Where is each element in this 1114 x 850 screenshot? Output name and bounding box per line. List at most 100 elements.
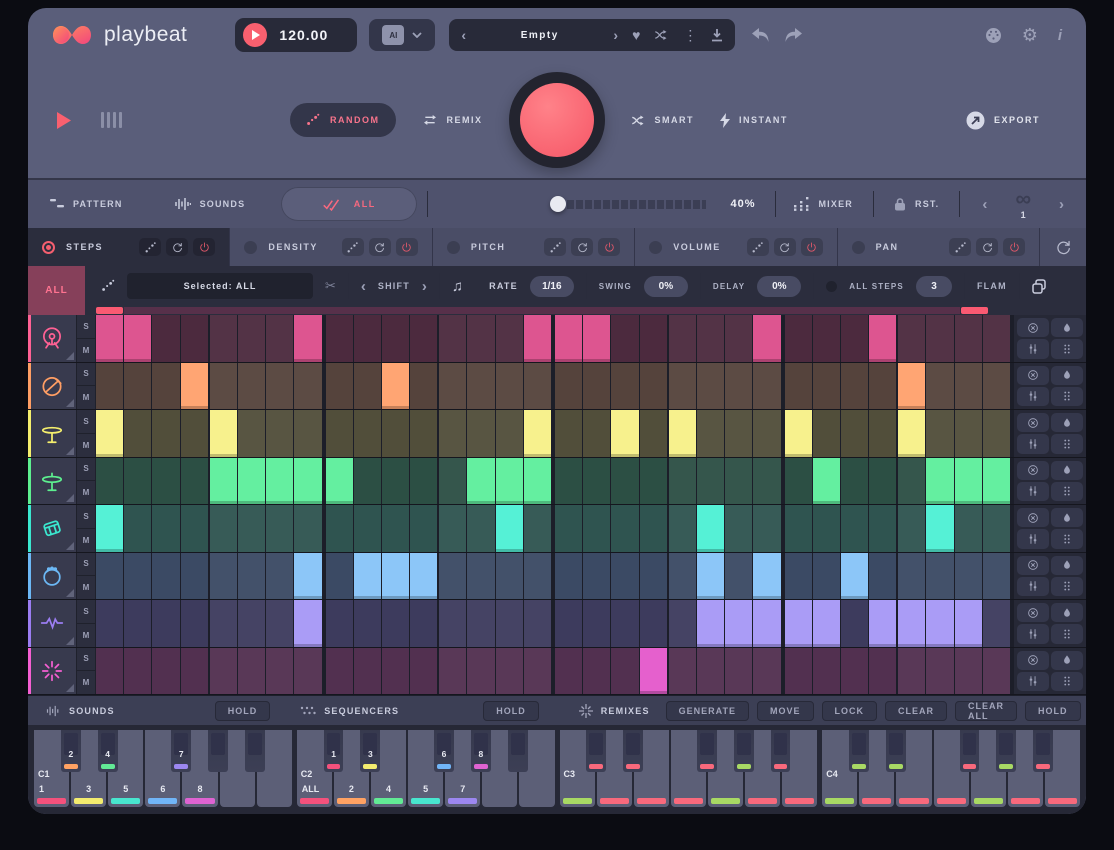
- slider-knob[interactable]: [550, 196, 566, 212]
- step-cell[interactable]: [524, 458, 551, 505]
- step-cell[interactable]: [152, 648, 179, 695]
- ai-button[interactable]: AI: [369, 19, 435, 51]
- row-mixer-button[interactable]: [1017, 482, 1049, 501]
- instrument-button-tambourine[interactable]: [28, 553, 76, 600]
- row-drag-handle[interactable]: [1051, 577, 1083, 596]
- step-cell[interactable]: [124, 410, 151, 457]
- solo-button[interactable]: S: [77, 363, 95, 387]
- instrument-button-open-hihat[interactable]: [28, 458, 76, 505]
- step-cell[interactable]: [555, 505, 582, 552]
- step-cell[interactable]: [898, 600, 925, 647]
- step-cell[interactable]: [898, 410, 925, 457]
- step-cell[interactable]: [439, 458, 466, 505]
- row-drag-handle[interactable]: [1051, 672, 1083, 691]
- pattern-bars-icon[interactable]: [101, 112, 122, 128]
- step-cell[interactable]: [238, 410, 265, 457]
- step-cell[interactable]: [669, 648, 696, 695]
- step-cell[interactable]: [555, 648, 582, 695]
- step-cell[interactable]: [583, 505, 610, 552]
- step-cell[interactable]: [841, 553, 868, 600]
- step-cell[interactable]: [382, 600, 409, 647]
- scatter-dots-icon[interactable]: [101, 279, 115, 293]
- instrument-button-synth-wave[interactable]: [28, 600, 76, 647]
- step-cell[interactable]: [640, 363, 667, 410]
- step-cell[interactable]: [354, 505, 381, 552]
- instrument-button-percussion[interactable]: [28, 505, 76, 552]
- step-cell[interactable]: [725, 600, 752, 647]
- step-cell[interactable]: [725, 648, 752, 695]
- cut-scissors-icon[interactable]: ✂: [325, 278, 336, 294]
- step-cell[interactable]: [294, 600, 321, 647]
- step-cell[interactable]: [869, 505, 896, 552]
- preset-next-button[interactable]: ›: [613, 28, 618, 42]
- row-clear-button[interactable]: [1017, 508, 1049, 527]
- instrument-button-kick-drum[interactable]: [28, 315, 76, 362]
- step-cell[interactable]: [439, 315, 466, 362]
- tab-indicator-dot[interactable]: [447, 241, 460, 254]
- row-mixer-button[interactable]: [1017, 434, 1049, 453]
- black-key-C2-3[interactable]: 3: [360, 730, 380, 772]
- step-cell[interactable]: [611, 315, 638, 362]
- step-cell[interactable]: [210, 410, 237, 457]
- solo-button[interactable]: S: [77, 505, 95, 529]
- step-cell[interactable]: [152, 458, 179, 505]
- step-cell[interactable]: [753, 600, 780, 647]
- scatter-icon[interactable]: [747, 238, 769, 256]
- step-cell[interactable]: [410, 600, 437, 647]
- pattern-next-button[interactable]: ›: [1059, 197, 1064, 212]
- step-cell[interactable]: [382, 553, 409, 600]
- step-cell[interactable]: [96, 315, 123, 362]
- black-key-C1-4[interactable]: 4: [98, 730, 118, 772]
- step-cell[interactable]: [611, 363, 638, 410]
- step-cell[interactable]: [410, 458, 437, 505]
- black-key-C1-2[interactable]: 2: [61, 730, 81, 772]
- step-cell[interactable]: [524, 315, 551, 362]
- step-cell[interactable]: [496, 458, 523, 505]
- lock-button[interactable]: LOCK: [822, 701, 878, 721]
- step-cell[interactable]: [382, 410, 409, 457]
- black-key[interactable]: [734, 730, 754, 772]
- step-cell[interactable]: [955, 410, 982, 457]
- step-cell[interactable]: [640, 553, 667, 600]
- black-key[interactable]: [1033, 730, 1053, 772]
- step-cell[interactable]: [785, 315, 812, 362]
- row-mixer-button[interactable]: [1017, 529, 1049, 548]
- mute-button[interactable]: M: [77, 529, 95, 552]
- step-cell[interactable]: [96, 553, 123, 600]
- step-cell[interactable]: [583, 648, 610, 695]
- step-cell[interactable]: [697, 505, 724, 552]
- solo-button[interactable]: S: [77, 410, 95, 434]
- step-cell[interactable]: [697, 600, 724, 647]
- instrument-corner-handle[interactable]: [66, 447, 74, 455]
- black-key-C2-6[interactable]: 6: [434, 730, 454, 772]
- step-cell[interactable]: [753, 363, 780, 410]
- black-key[interactable]: [960, 730, 980, 772]
- step-cell[interactable]: [181, 363, 208, 410]
- solo-button[interactable]: S: [77, 648, 95, 672]
- step-cell[interactable]: [983, 363, 1010, 410]
- black-key[interactable]: [245, 730, 265, 772]
- step-cell[interactable]: [898, 505, 925, 552]
- info-icon[interactable]: i: [1058, 27, 1062, 44]
- step-cell[interactable]: [841, 648, 868, 695]
- step-cell[interactable]: [785, 363, 812, 410]
- step-cell[interactable]: [841, 600, 868, 647]
- step-cell[interactable]: [898, 315, 925, 362]
- step-cell[interactable]: [326, 600, 353, 647]
- step-cell[interactable]: [611, 458, 638, 505]
- step-cell[interactable]: [467, 648, 494, 695]
- instrument-button-clap[interactable]: [28, 648, 76, 695]
- step-cell[interactable]: [841, 315, 868, 362]
- step-cell[interactable]: [266, 648, 293, 695]
- step-cell[interactable]: [640, 600, 667, 647]
- step-cell[interactable]: [266, 410, 293, 457]
- refresh-icon[interactable]: [976, 238, 998, 256]
- tab-indicator-dot[interactable]: [852, 241, 865, 254]
- row-drag-handle[interactable]: [1051, 387, 1083, 406]
- smart-button[interactable]: SMART: [631, 114, 695, 127]
- step-cell[interactable]: [410, 553, 437, 600]
- step-cell[interactable]: [697, 458, 724, 505]
- probability-slider[interactable]: [458, 194, 706, 214]
- tab-density[interactable]: DENSITY: [230, 228, 432, 266]
- instrument-corner-handle[interactable]: [66, 637, 74, 645]
